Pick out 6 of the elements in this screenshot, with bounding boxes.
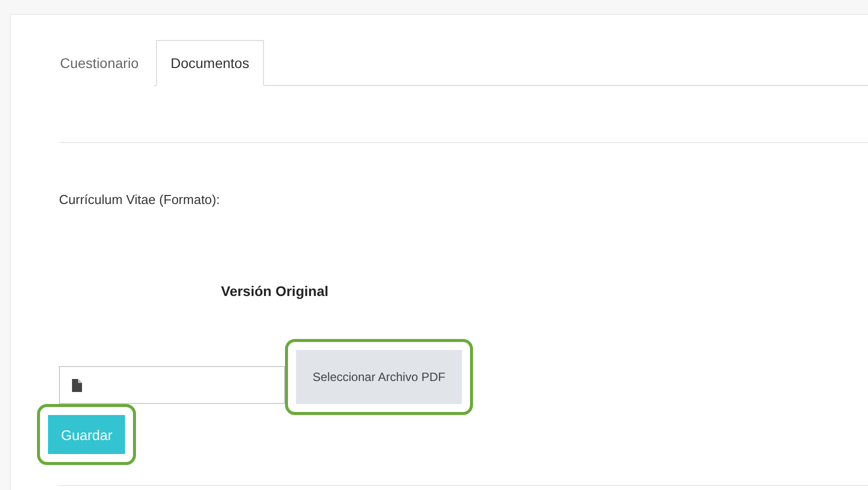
tab[interactable]: Documentos [156,40,264,86]
version-heading: Versión Original [221,283,330,299]
field-label: Currículum Vitae (Formato): [59,192,221,207]
select-file-button[interactable]: Seleccionar Archivo PDF [296,350,462,404]
file-icon [72,378,82,392]
file-field[interactable] [59,366,285,404]
